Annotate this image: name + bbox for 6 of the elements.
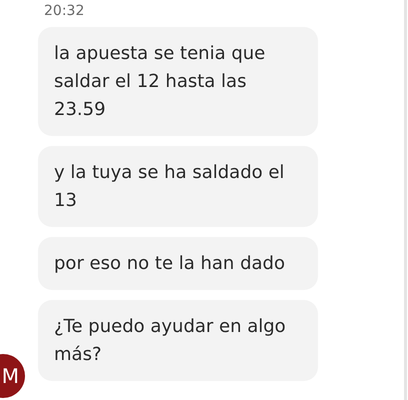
- message-bubble: y la tuya se ha saldado el 13: [38, 146, 318, 227]
- message-time: 20:32: [44, 2, 86, 20]
- avatar: M: [0, 354, 25, 398]
- message-bubble: por eso no te la han dado: [38, 237, 318, 290]
- message-bubble: la apuesta se tenia que saldar el 12 hasta las 23.59: [38, 27, 318, 136]
- message-bubble: ¿Te puedo ayudar en algo más?: [38, 300, 318, 381]
